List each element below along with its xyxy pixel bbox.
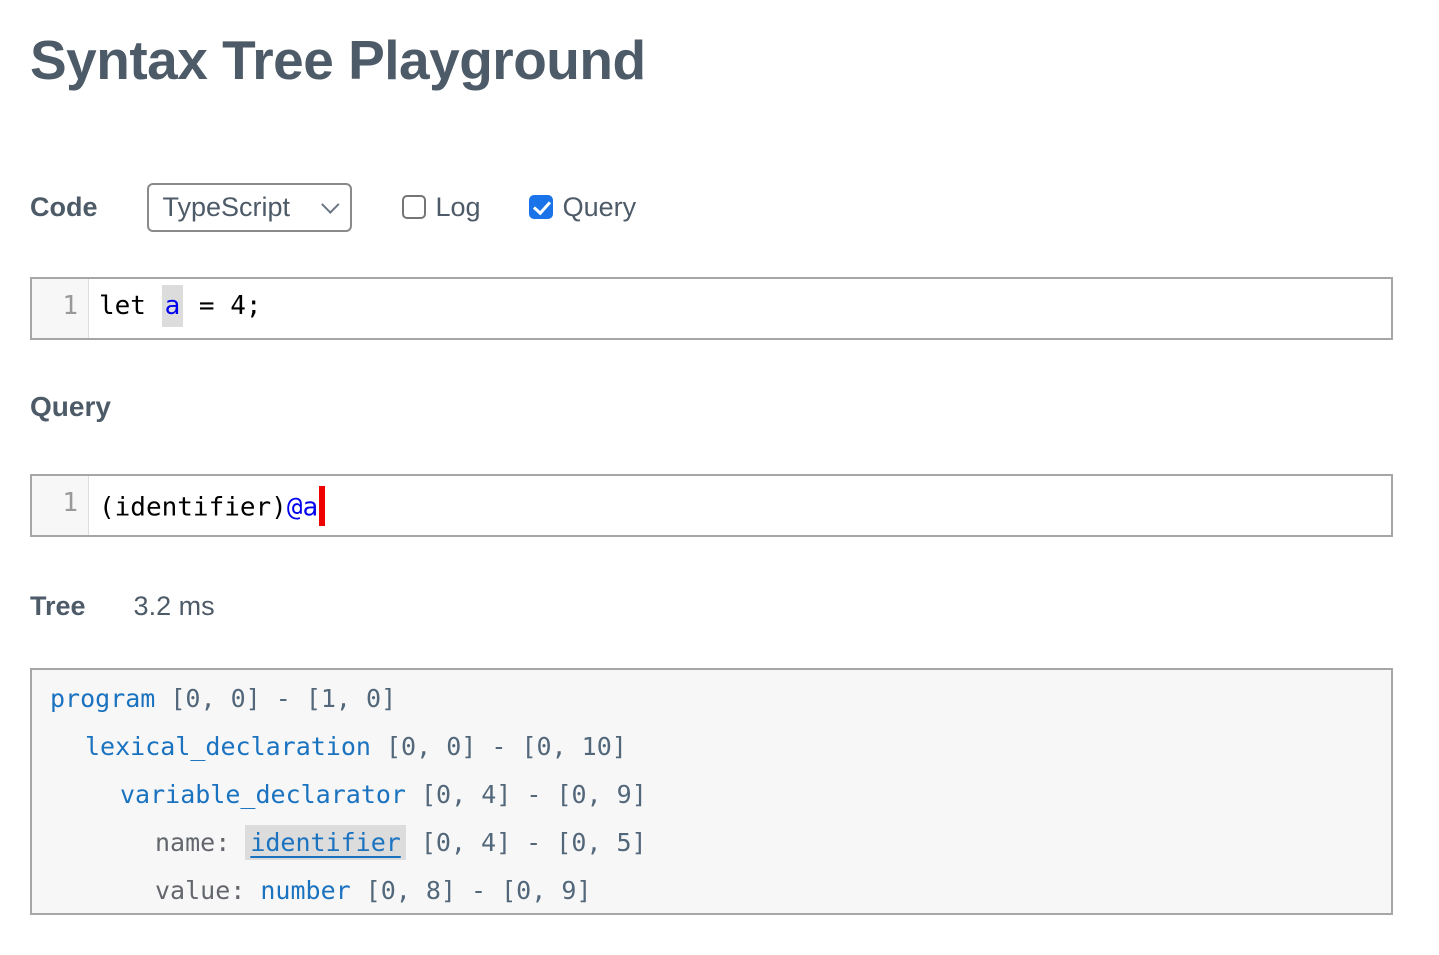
code-label: Code — [30, 192, 98, 223]
tree-node-link[interactable]: lexical_declaration — [85, 732, 371, 761]
tree-node-link[interactable]: variable_declarator — [120, 780, 406, 809]
tree-node-link[interactable]: number — [260, 876, 350, 905]
language-select[interactable]: TypeScript — [147, 183, 352, 232]
language-select-value: TypeScript — [163, 192, 291, 223]
query-heading: Query — [30, 391, 1393, 423]
tree-node-range: [0, 8] - [0, 9] — [366, 876, 592, 905]
tree-node-range: [0, 4] - [0, 5] — [421, 828, 647, 857]
query-pattern-text: (identifier) — [99, 493, 287, 523]
code-text-after: = 4; — [183, 291, 261, 321]
playground-page: Syntax Tree Playground Code TypeScript L… — [0, 0, 1439, 915]
query-checkbox[interactable] — [529, 195, 553, 219]
text-cursor — [319, 486, 325, 526]
code-text-before: let — [99, 291, 162, 321]
tree-row: value: number [0, 8] - [0, 9] — [50, 867, 1391, 915]
query-editor-gutter: 1 — [32, 476, 89, 535]
log-checkbox-label[interactable]: Log — [436, 192, 481, 223]
tree-label: Tree — [30, 591, 86, 622]
tree-label-row: Tree 3.2 ms — [30, 591, 1393, 622]
tree-row: program [0, 0] - [1, 0] — [50, 675, 1391, 723]
log-checkbox-group[interactable]: Log — [402, 192, 481, 223]
page-title: Syntax Tree Playground — [30, 28, 1393, 92]
tree-node-range: [0, 0] - [0, 10] — [386, 732, 627, 761]
query-line-number: 1 — [62, 488, 78, 518]
code-editor[interactable]: 1 let a = 4; — [30, 277, 1393, 340]
capture-highlight: a — [162, 285, 184, 327]
controls-bar: Code TypeScript Log Query — [30, 182, 1393, 232]
query-checkbox-group[interactable]: Query — [529, 192, 637, 223]
chevron-down-icon — [321, 195, 339, 213]
tree-node-link[interactable]: program — [50, 684, 155, 713]
query-checkbox-label[interactable]: Query — [563, 192, 637, 223]
tree-row: variable_declarator [0, 4] - [0, 9] — [50, 771, 1391, 819]
tree-node-range: [0, 0] - [1, 0] — [170, 684, 396, 713]
tree-node-range: [0, 4] - [0, 9] — [421, 780, 647, 809]
tree-parse-time: 3.2 ms — [134, 591, 215, 622]
code-editor-gutter: 1 — [32, 279, 89, 338]
query-capture-text: @a — [287, 493, 318, 523]
tree-output[interactable]: program [0, 0] - [1, 0] lexical_declaratio… — [30, 668, 1393, 915]
code-line-number: 1 — [62, 291, 78, 321]
tree-node-field: value: — [155, 876, 260, 905]
query-editor[interactable]: 1 (identifier)@a — [30, 474, 1393, 537]
query-line[interactable]: (identifier)@a — [89, 476, 1391, 535]
log-checkbox[interactable] — [402, 195, 426, 219]
tree-node-field: name: — [155, 828, 245, 857]
code-line[interactable]: let a = 4; — [89, 279, 1391, 338]
tree-row: lexical_declaration [0, 0] - [0, 10] — [50, 723, 1391, 771]
tree-row: name: identifier [0, 4] - [0, 5] — [50, 819, 1391, 867]
tree-node-link[interactable]: identifier — [245, 825, 406, 860]
